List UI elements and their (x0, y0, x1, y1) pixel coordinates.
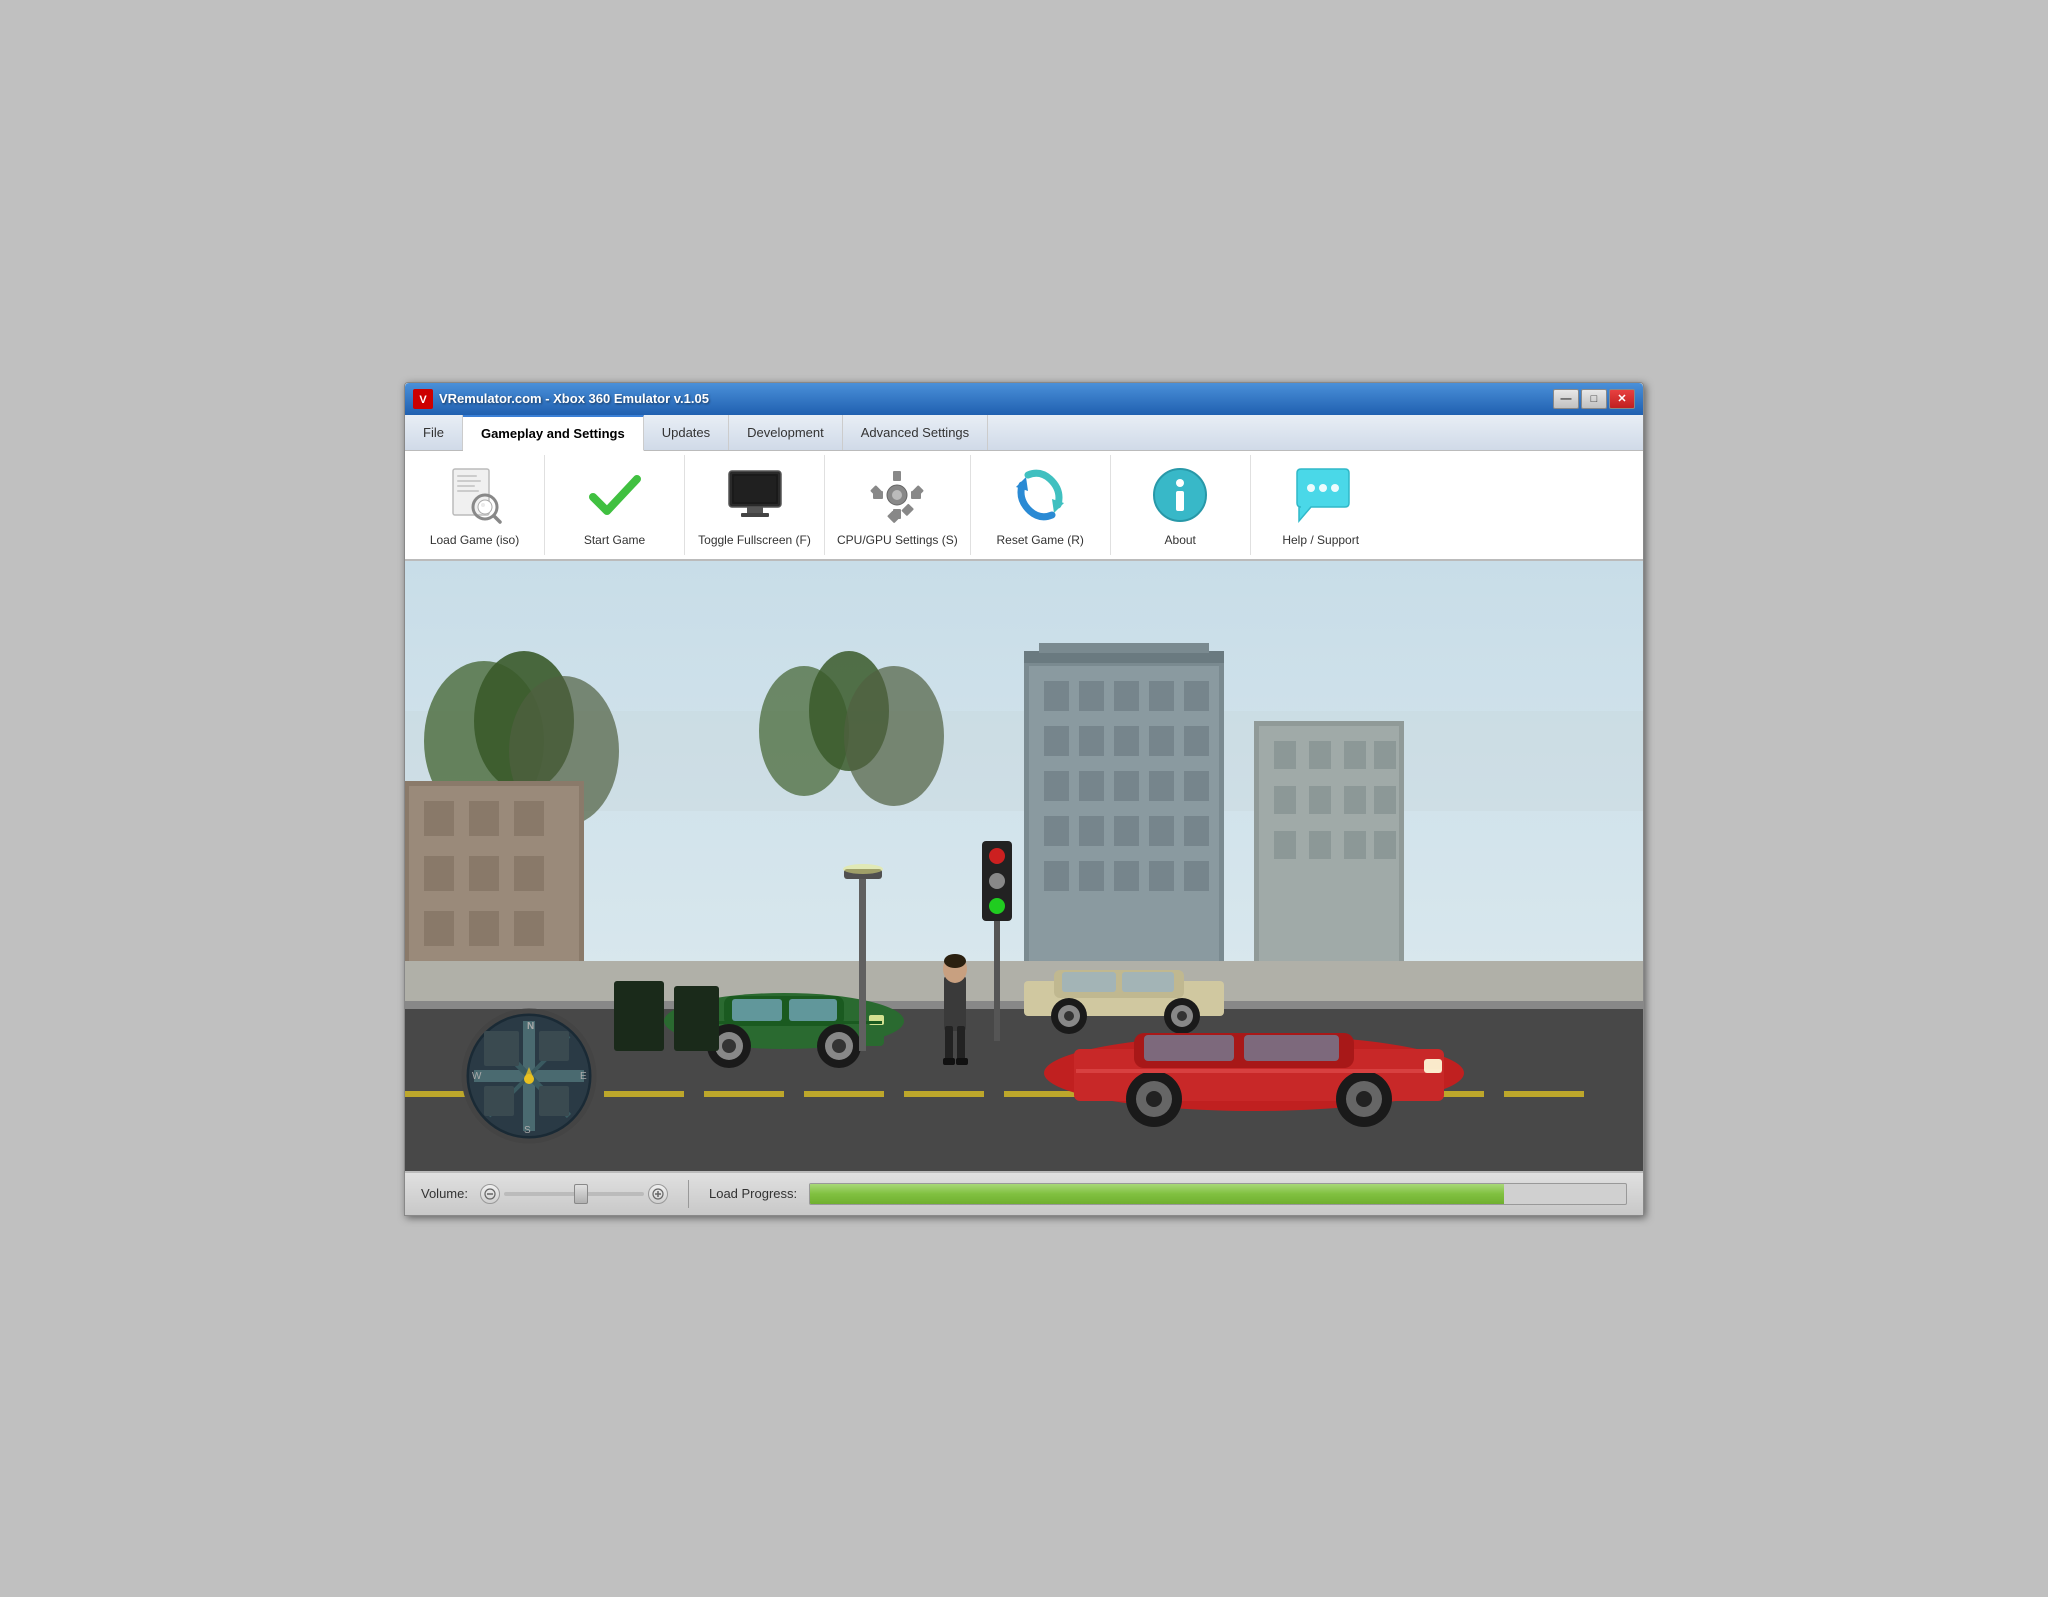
close-button[interactable]: ✕ (1609, 389, 1635, 409)
reset-game-button[interactable]: Reset Game (R) (971, 455, 1111, 555)
cpu-gpu-settings-icon (865, 463, 929, 527)
about-button[interactable]: About (1111, 455, 1251, 555)
status-bar: Volume: Load Progress: (405, 1171, 1643, 1215)
toolbar: Load Game (iso) Start Game (405, 451, 1643, 561)
reset-game-label: Reset Game (R) (997, 533, 1084, 547)
game-scene-svg: N E S W (405, 561, 1643, 1171)
window-title: VRemulator.com - Xbox 360 Emulator v.1.0… (439, 391, 709, 406)
main-window: V VRemulator.com - Xbox 360 Emulator v.1… (404, 382, 1644, 1216)
maximize-button[interactable]: □ (1581, 389, 1607, 409)
load-game-icon (443, 463, 507, 527)
tab-updates[interactable]: Updates (644, 415, 729, 450)
start-game-icon (583, 463, 647, 527)
toggle-fullscreen-button[interactable]: Toggle Fullscreen (F) (685, 455, 825, 555)
game-viewport: N E S W (405, 561, 1643, 1171)
game-scene: N E S W (405, 561, 1643, 1171)
reset-game-icon (1008, 463, 1072, 527)
tab-development[interactable]: Development (729, 415, 843, 450)
minimize-button[interactable]: — (1553, 389, 1579, 409)
tab-advanced-settings[interactable]: Advanced Settings (843, 415, 988, 450)
about-label: About (1165, 533, 1196, 547)
svg-text:N: N (527, 1021, 534, 1032)
progress-label: Load Progress: (709, 1186, 797, 1201)
svg-text:S: S (524, 1125, 531, 1136)
volume-increase-button[interactable] (648, 1184, 668, 1204)
menu-bar: File Gameplay and Settings Updates Devel… (405, 415, 1643, 451)
toggle-fullscreen-icon (723, 463, 787, 527)
start-game-button[interactable]: Start Game (545, 455, 685, 555)
volume-label: Volume: (421, 1186, 468, 1201)
load-game-label: Load Game (iso) (430, 533, 519, 547)
app-icon: V (413, 389, 433, 409)
cpu-gpu-settings-button[interactable]: CPU/GPU Settings (S) (825, 455, 971, 555)
help-support-icon (1289, 463, 1353, 527)
svg-text:E: E (580, 1071, 587, 1082)
status-divider (688, 1180, 689, 1208)
load-progress-bar (809, 1183, 1627, 1205)
help-support-button[interactable]: Help / Support (1251, 455, 1391, 555)
volume-slider[interactable] (504, 1192, 644, 1196)
help-support-label: Help / Support (1282, 533, 1359, 547)
load-progress-fill (810, 1184, 1503, 1204)
tab-gameplay[interactable]: Gameplay and Settings (463, 415, 644, 451)
svg-text:W: W (472, 1071, 482, 1082)
start-game-label: Start Game (584, 533, 645, 547)
window-controls: — □ ✕ (1553, 389, 1635, 409)
volume-slider-thumb[interactable] (574, 1184, 588, 1204)
toggle-fullscreen-label: Toggle Fullscreen (F) (698, 533, 811, 547)
title-bar-left: V VRemulator.com - Xbox 360 Emulator v.1… (413, 389, 709, 409)
volume-decrease-button[interactable] (480, 1184, 500, 1204)
volume-control (480, 1184, 668, 1204)
tab-file[interactable]: File (405, 415, 463, 450)
load-game-button[interactable]: Load Game (iso) (405, 455, 545, 555)
cpu-gpu-settings-label: CPU/GPU Settings (S) (837, 533, 958, 547)
title-bar: V VRemulator.com - Xbox 360 Emulator v.1… (405, 383, 1643, 415)
svg-text:V: V (419, 394, 427, 406)
about-icon (1148, 463, 1212, 527)
